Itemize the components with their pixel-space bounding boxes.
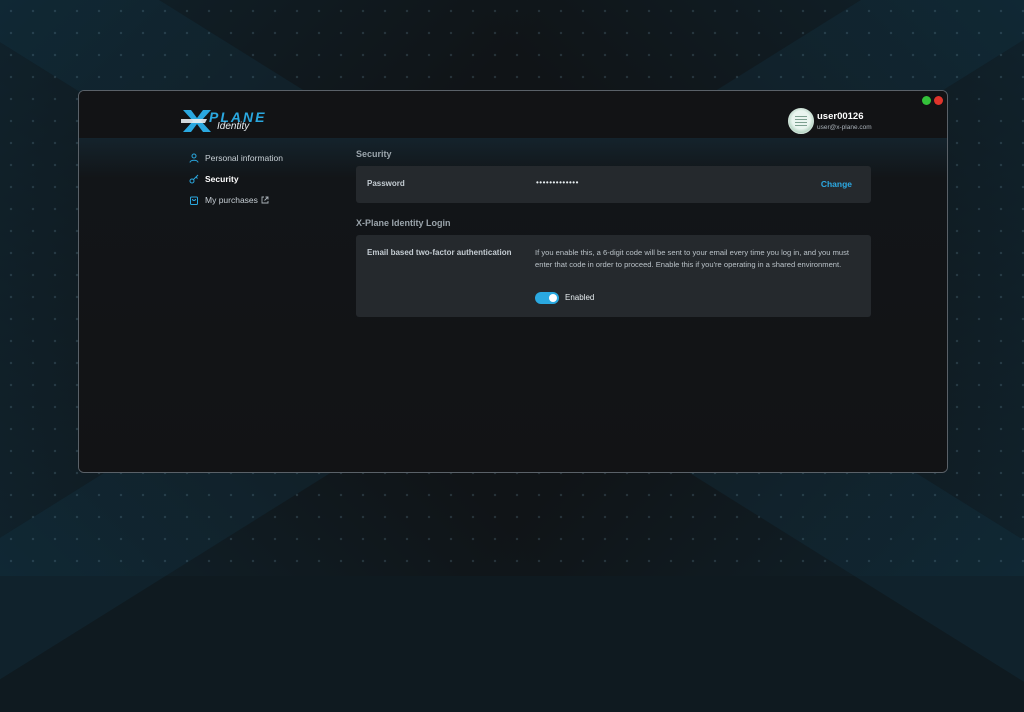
twofa-card: Email based two-factor authentication If… [356,235,871,317]
x-logo-icon [181,110,211,132]
sidebar-item-security[interactable]: Security [189,172,239,186]
key-icon [189,174,199,184]
avatar[interactable] [788,108,814,134]
sidebar-item-label: Security [205,174,239,184]
sidebar-item-label: My purchases [205,195,258,205]
twofa-description: If you enable this, a 6-digit code will … [535,248,850,269]
user-email: user@x-plane.com [817,124,872,131]
toggle-knob [549,294,557,302]
twofa-toggle-label: Enabled [565,293,595,302]
sidebar-item-personal-information[interactable]: Personal information [189,151,283,165]
identity-login-section-title: X-Plane Identity Login [356,218,451,228]
xplane-identity-logo: PLANE Identity [181,109,281,133]
sidebar-item-label: Personal information [205,153,283,163]
logo-subtitle: Identity [217,121,250,132]
external-link-icon [261,196,269,204]
app-window: PLANE Identity user00126 user@x-plane.co… [78,90,948,473]
change-password-button[interactable]: Change [821,179,852,189]
bag-icon [189,195,199,205]
person-icon [189,153,199,163]
user-name: user00126 [817,111,864,122]
password-label: Password [367,179,405,188]
close-button[interactable] [934,96,943,105]
password-value: ••••••••••••• [536,178,579,187]
maximize-button[interactable] [922,96,931,105]
sidebar-item-my-purchases[interactable]: My purchases [189,193,269,207]
twofa-toggle[interactable] [535,292,559,304]
security-section-title: Security [356,149,392,159]
twofa-label: Email based two-factor authentication [367,248,512,257]
password-card: Password ••••••••••••• Change [356,166,871,203]
